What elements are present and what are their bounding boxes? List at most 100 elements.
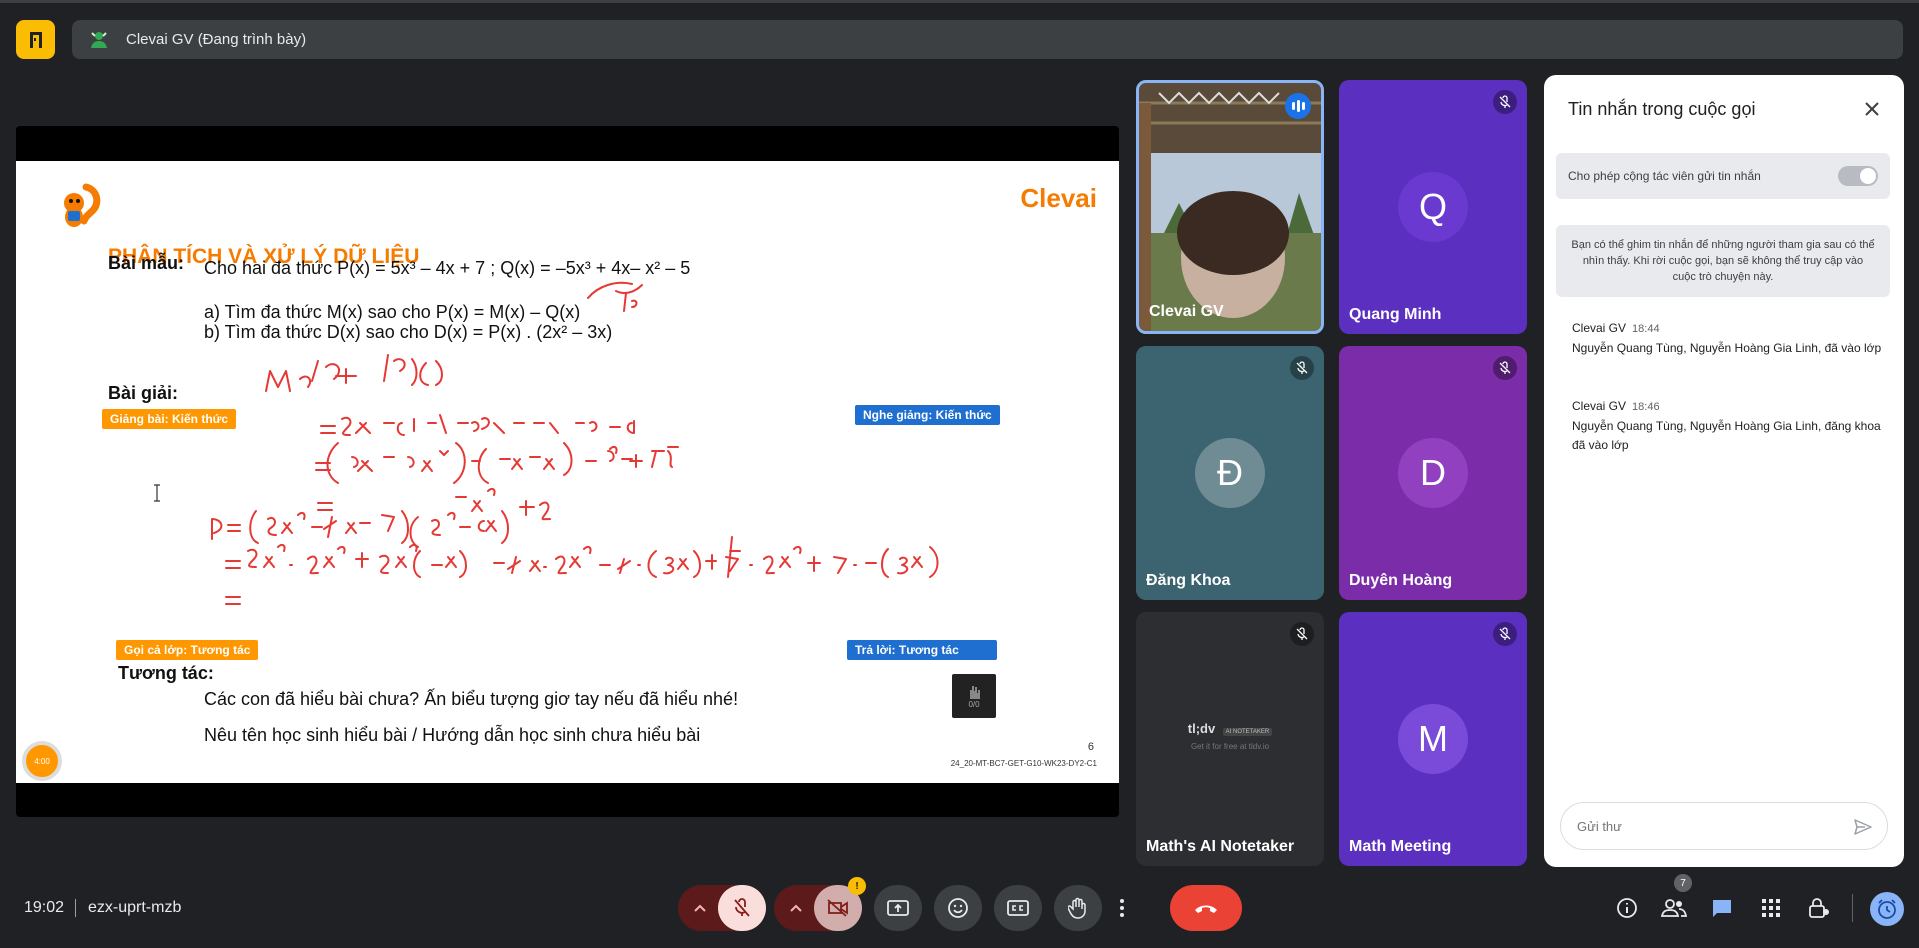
present-button[interactable] (874, 885, 922, 931)
divider (75, 899, 76, 917)
present-screen-icon (887, 900, 909, 916)
interact-label: Tương tác: (118, 663, 214, 683)
people-count-badge: 7 (1674, 874, 1692, 892)
camera-alert-badge: ! (848, 877, 866, 895)
raise-hand-icon (970, 685, 980, 699)
camera-options-button[interactable] (774, 885, 818, 931)
close-chat-button[interactable] (1858, 95, 1886, 123)
hand-icon (1068, 897, 1086, 919)
message-sender: Clevai GV (1572, 321, 1627, 335)
participant-name: Math's AI Notetaker (1146, 838, 1295, 855)
allow-messages-toggle[interactable] (1838, 166, 1878, 186)
presenter-icon (91, 31, 107, 48)
hang-up-icon (1195, 905, 1217, 913)
slide-code: 24_20-MT-BC7-GET-G10-WK23-DY2-C1 (950, 759, 1097, 768)
mic-off-icon (1290, 622, 1314, 646)
slide: PHÂN TÍCH VÀ XỬ LÝ DỮ LIỆU Clevai Bài mẫ… (16, 161, 1119, 783)
chat-button[interactable] (1708, 894, 1736, 922)
top-border (0, 0, 1919, 3)
participant-tile-clevai-gv[interactable]: Clevai GV (1136, 80, 1324, 334)
mic-options-button[interactable] (678, 885, 722, 931)
speaking-indicator (1285, 93, 1311, 119)
meeting-details-button[interactable] (1613, 894, 1641, 922)
interact-line-2: Nêu tên học sinh hiểu bài / Hướng dẫn họ… (204, 725, 701, 745)
mic-off-icon (1493, 356, 1517, 380)
chat-message: Clevai GV 18:46 Nguyễn Quang Tùng, Nguyễn… (1572, 397, 1882, 455)
send-icon[interactable] (1853, 817, 1873, 837)
alarm-icon (1878, 899, 1896, 919)
mic-off-icon (734, 898, 750, 917)
notetaker-badge: AI NOTETAKER (1222, 728, 1273, 736)
apps-grid-icon (1762, 899, 1780, 917)
mic-off-icon (1290, 356, 1314, 380)
message-input[interactable] (1577, 818, 1837, 834)
app-menu-button[interactable] (16, 20, 55, 59)
mic-off-icon (1493, 90, 1517, 114)
participant-tile-ai-notetaker[interactable]: tl;dv AI NOTETAKER Get it for free at tl… (1136, 612, 1324, 866)
avatar: M (1398, 704, 1468, 774)
notetaker-sub: Get it for free at tldv.io (1190, 742, 1270, 751)
reactions-button[interactable] (934, 885, 982, 931)
avatar: Đ (1195, 438, 1265, 508)
meet-window: Clevai GV (Đang trình bày) PHÂN TÍCH VÀ … (0, 0, 1919, 948)
people-icon (1661, 899, 1687, 917)
avatar: Q (1398, 172, 1468, 242)
camera-off-icon (827, 899, 848, 917)
video-feed (1139, 83, 1321, 331)
toggle-knob (1860, 168, 1876, 184)
chat-icon (1713, 900, 1731, 917)
shared-screen: PHÂN TÍCH VÀ XỬ LÝ DỮ LIỆU Clevai Bài mẫ… (16, 126, 1119, 817)
slide-number: 6 (1087, 741, 1094, 753)
raise-hand-button[interactable] (1054, 885, 1102, 931)
text-cursor-icon (154, 484, 160, 502)
people-button[interactable]: 7 (1660, 874, 1692, 922)
clock: 19:02 (24, 899, 65, 916)
slide-timer: 4:00 (22, 741, 62, 781)
message-text: Nguyễn Quang Tùng, Nguyễn Hoàng Gia Linh… (1572, 341, 1882, 355)
chevron-up-icon (694, 904, 706, 912)
allow-messages-row: Cho phép cộng tác viên gửi tin nhắn (1556, 153, 1890, 199)
participant-tile-quang-minh[interactable]: Q Quang Minh (1339, 80, 1527, 334)
chat-info: Bạn có thể ghim tin nhắn để những người … (1556, 225, 1890, 297)
interact-line-1: Các con đã hiểu bài chưa? Ấn biểu tượng … (204, 689, 739, 709)
mic-control-group (678, 885, 766, 931)
host-controls-button[interactable] (1805, 894, 1833, 922)
participant-name: Duyên Hoàng (1349, 572, 1453, 589)
message-time: 18:46 (1632, 401, 1660, 413)
emoji-icon (948, 898, 968, 918)
participant-tile-dang-khoa[interactable]: Đ Đăng Khoa (1136, 346, 1324, 600)
timer-button[interactable] (1870, 892, 1904, 926)
toggle-label: Cho phép cộng tác viên gửi tin nhắn (1568, 169, 1761, 183)
divider (1852, 894, 1853, 922)
participant-name: Clevai GV (1149, 303, 1224, 320)
chevron-up-icon (790, 904, 802, 912)
mic-off-icon (1493, 622, 1517, 646)
participant-tile-duyen-hoang[interactable]: D Duyên Hoàng (1339, 346, 1527, 600)
meeting-code: ezx-uprt-mzb (88, 899, 182, 916)
notetaker-logo: tl;dv AI NOTETAKER Get it for free at tl… (1136, 720, 1324, 751)
leave-call-button[interactable] (1170, 885, 1242, 931)
participant-name: Đăng Khoa (1146, 572, 1231, 589)
chat-message: Clevai GV 18:44 Nguyễn Quang Tùng, Nguyễn… (1572, 319, 1882, 358)
mic-toggle-button[interactable] (718, 885, 766, 931)
activities-button[interactable] (1757, 894, 1785, 922)
raise-hand-counter: 0/0 (952, 674, 996, 718)
message-text: Nguyễn Quang Tùng, Nguyễn Hoàng Gia Linh… (1572, 419, 1881, 452)
message-sender: Clevai GV (1572, 399, 1627, 413)
lock-person-icon (1809, 898, 1829, 918)
tag-answer: Trả lời: Tương tác (847, 640, 997, 660)
door-icon (29, 31, 42, 48)
more-vert-icon (1120, 899, 1124, 917)
notetaker-brand: tl;dv (1187, 721, 1216, 736)
captions-button[interactable] (994, 885, 1042, 931)
participant-tile-math-meeting[interactable]: M Math Meeting (1339, 612, 1527, 866)
info-icon (1617, 898, 1637, 918)
participant-name: Quang Minh (1349, 306, 1442, 323)
message-composer (1560, 802, 1888, 850)
presentation-banner: Clevai GV (Đang trình bày) (72, 20, 1903, 59)
close-icon (1865, 102, 1879, 116)
hand-count: 0/0 (968, 699, 980, 709)
camera-control-group: ! (774, 877, 866, 931)
presentation-title: Clevai GV (Đang trình bày) (126, 31, 307, 48)
more-options-button[interactable] (1108, 885, 1136, 931)
